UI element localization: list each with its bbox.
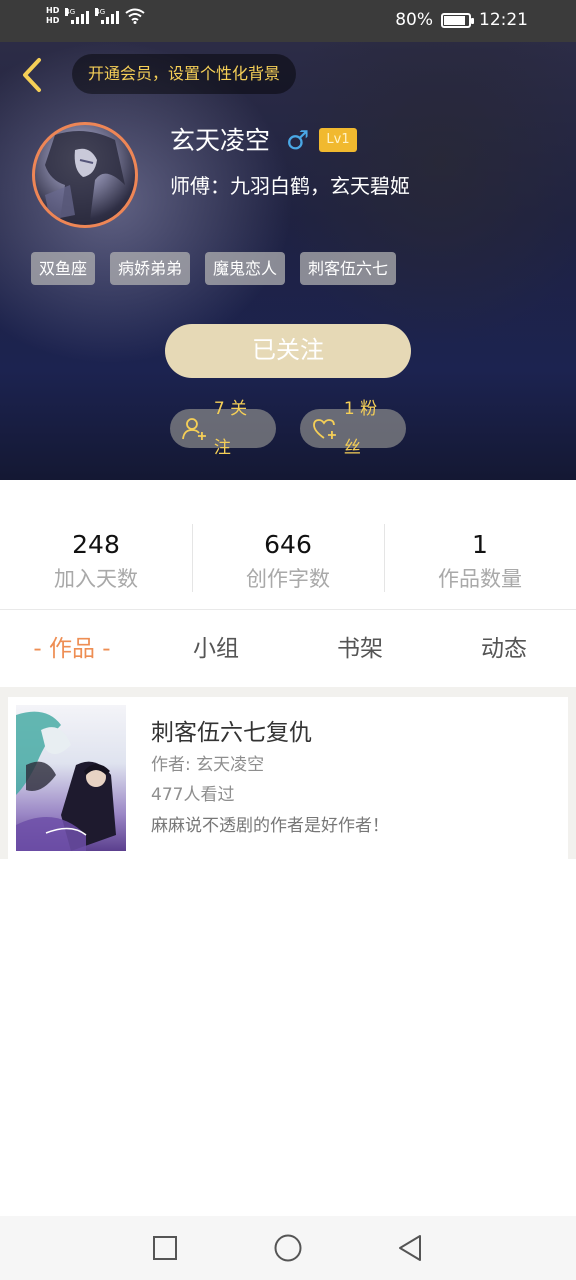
signal-icon: 4G [95,8,120,24]
stat-label: 创作字数 [246,567,330,591]
hd-indicator: HD [46,6,60,15]
user-add-icon [182,417,206,440]
chevron-left-icon [23,58,41,92]
level-badge: Lv1 [319,128,357,152]
battery-percent: 80% [395,10,433,30]
stat-join-days: 248 加入天数 [0,480,192,609]
wifi-icon [125,8,145,24]
tab-activity[interactable]: 动态 [432,611,576,687]
following-button[interactable]: 7 关注 [170,399,276,458]
back-nav-button[interactable] [394,1232,426,1264]
battery-icon [441,12,474,28]
tag: 魔鬼恋人 [205,252,286,285]
triangle-back-icon [399,1235,421,1261]
system-nav-bar [0,1216,576,1280]
work-cover [16,705,126,851]
stats-bar: 248 加入天数 646 创作字数 1 作品数量 [0,480,576,610]
following-count: 7 关注 [213,398,248,458]
stat-word-count: 646 创作字数 [192,480,384,609]
avatar-image [45,131,125,220]
tab-groups[interactable]: 小组 [144,611,288,687]
tag: 双鱼座 [31,252,96,285]
tag-list: 双鱼座 病娇弟弟 魔鬼恋人 刺客伍六七 [31,252,397,285]
circle-icon [274,1234,302,1262]
cover-image [16,711,116,851]
fans-button[interactable]: 1 粉丝 [300,399,406,458]
stat-label: 作品数量 [438,567,522,591]
work-views: 477人看过 [151,785,235,805]
heart-icon [313,418,336,439]
back-button[interactable] [16,56,48,94]
master-info: 师傅：九羽白鹤，玄天碧姬 [170,174,410,198]
follow-button[interactable]: 已关注 [165,324,411,378]
work-description: 麻麻说不透剧的作者是好作者！ [151,816,389,836]
stat-value: 248 [72,530,120,559]
divider [0,687,576,697]
profile-header: 开通会员，设置个性化背景 玄天凌空 ♂ Lv1 师傅：九羽白鹤，玄天碧姬 双鱼座… [0,42,576,480]
stat-works-count: 1 作品数量 [384,480,576,609]
square-icon [153,1236,177,1260]
status-bar: HD HD 4G 4G 80% 12:21 [0,0,576,42]
username: 玄天凌空 [170,126,271,155]
tab-bar: - 作品 - 小组 书架 动态 [0,611,576,687]
tag: 病娇弟弟 [110,252,191,285]
clock: 12:21 [479,10,528,30]
work-title: 刺客伍六七复仇 [151,720,312,746]
work-author: 作者: 玄天凌空 [151,755,265,775]
tag: 刺客伍六七 [300,252,397,285]
tab-bookshelf[interactable]: 书架 [288,611,432,687]
fans-count: 1 粉丝 [343,398,378,458]
male-icon: ♂ [286,126,310,156]
stat-value: 1 [472,530,488,559]
work-card[interactable]: 刺客伍六七复仇 作者: 玄天凌空 477人看过 麻麻说不透剧的作者是好作者！ [8,697,568,859]
avatar[interactable] [32,122,138,228]
hd-indicator: HD [46,16,60,25]
stat-value: 646 [264,530,312,559]
stat-label: 加入天数 [54,567,138,591]
home-button[interactable] [272,1232,304,1264]
recents-button[interactable] [149,1232,181,1264]
vip-banner[interactable]: 开通会员，设置个性化背景 [72,54,297,94]
tab-works[interactable]: - 作品 - [0,611,144,687]
signal-icon: 4G [65,8,90,24]
